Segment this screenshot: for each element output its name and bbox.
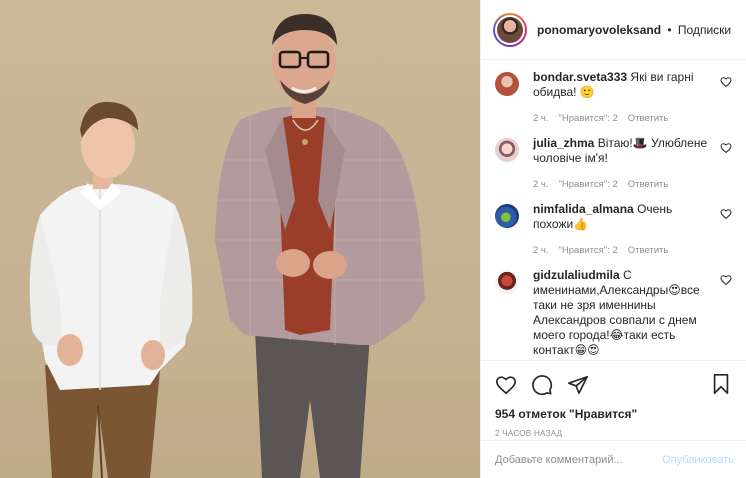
reply-button[interactable]: Ответить <box>628 177 669 192</box>
comment-meta: 2 ч. "Нравится": 2 Ответить <box>533 111 713 126</box>
add-comment-bar: Опубликовать <box>481 440 746 478</box>
publish-button[interactable]: Опубликовать <box>662 454 734 466</box>
commenter-username[interactable]: bondar.sveta333 <box>533 70 627 84</box>
photo-illustration <box>0 14 480 478</box>
bookmark-icon[interactable] <box>710 373 732 395</box>
comment-like-heart-icon[interactable] <box>720 142 732 154</box>
commenter-username[interactable]: gidzulaliudmila <box>533 268 620 282</box>
heart-outline-icon[interactable] <box>495 374 517 396</box>
comment-item: bondar.sveta333 Які ви гарні обидва! 🙂 2… <box>495 70 734 126</box>
reply-button[interactable]: Ответить <box>628 111 669 126</box>
post-time[interactable]: 2 ЧАСОВ НАЗАД <box>495 429 732 438</box>
comment-time[interactable]: 2 ч. <box>533 177 549 192</box>
commenter-username[interactable]: julia_zhma <box>533 136 594 150</box>
post-sidebar: ponomaryovoleksand • Подписки bondar.sve… <box>480 0 746 478</box>
comment-item: julia_zhma Вітаю!🎩 Улюблене чоловіче ім'… <box>495 136 734 192</box>
action-icons <box>495 373 732 397</box>
comment-like-heart-icon[interactable] <box>720 208 732 220</box>
post-actions: 954 отметок "Нравится" 2 ЧАСОВ НАЗАД Опу… <box>481 360 746 478</box>
commenter-username[interactable]: nimfalida_almana <box>533 202 634 216</box>
speech-bubble-icon[interactable] <box>531 374 553 396</box>
comment-item: nimfalida_almana Очень похожи👍 2 ч. "Нра… <box>495 202 734 258</box>
commenter-avatar[interactable] <box>495 270 519 294</box>
comment-like-heart-icon[interactable] <box>720 274 732 286</box>
author-username[interactable]: ponomaryovoleksand <box>537 23 661 37</box>
post-photo[interactable] <box>0 0 480 478</box>
comment-meta: 2 ч. "Нравится": 2 Ответить <box>533 177 713 192</box>
comment-item: gidzulaliudmila С именинами,Александры😍в… <box>495 268 734 358</box>
comment-likes[interactable]: "Нравится": 2 <box>559 177 618 192</box>
comment-time[interactable]: 2 ч. <box>533 243 549 258</box>
comment-input[interactable] <box>495 453 663 466</box>
follow-status-button[interactable]: Подписки <box>678 23 731 37</box>
comments-list[interactable]: bondar.sveta333 Які ви гарні обидва! 🙂 2… <box>481 60 746 360</box>
commenter-avatar[interactable] <box>495 138 519 162</box>
instagram-post: ponomaryovoleksand • Подписки bondar.sve… <box>0 0 746 478</box>
paper-plane-icon[interactable] <box>567 374 589 396</box>
post-header: ponomaryovoleksand • Подписки <box>481 0 746 60</box>
likes-count[interactable]: 954 отметок "Нравится" <box>495 407 732 421</box>
separator-dot: • <box>667 22 672 37</box>
comment-meta: 2 ч. "Нравится": 2 Ответить <box>533 243 713 258</box>
comment-likes[interactable]: "Нравится": 2 <box>559 111 618 126</box>
reply-button[interactable]: Ответить <box>628 243 669 258</box>
comment-time[interactable]: 2 ч. <box>533 111 549 126</box>
comment-like-heart-icon[interactable] <box>720 76 732 88</box>
commenter-avatar[interactable] <box>495 72 519 96</box>
commenter-avatar[interactable] <box>495 204 519 228</box>
author-avatar[interactable] <box>493 12 527 47</box>
comment-likes[interactable]: "Нравится": 2 <box>559 243 618 258</box>
header-text: ponomaryovoleksand • Подписки <box>537 23 731 37</box>
